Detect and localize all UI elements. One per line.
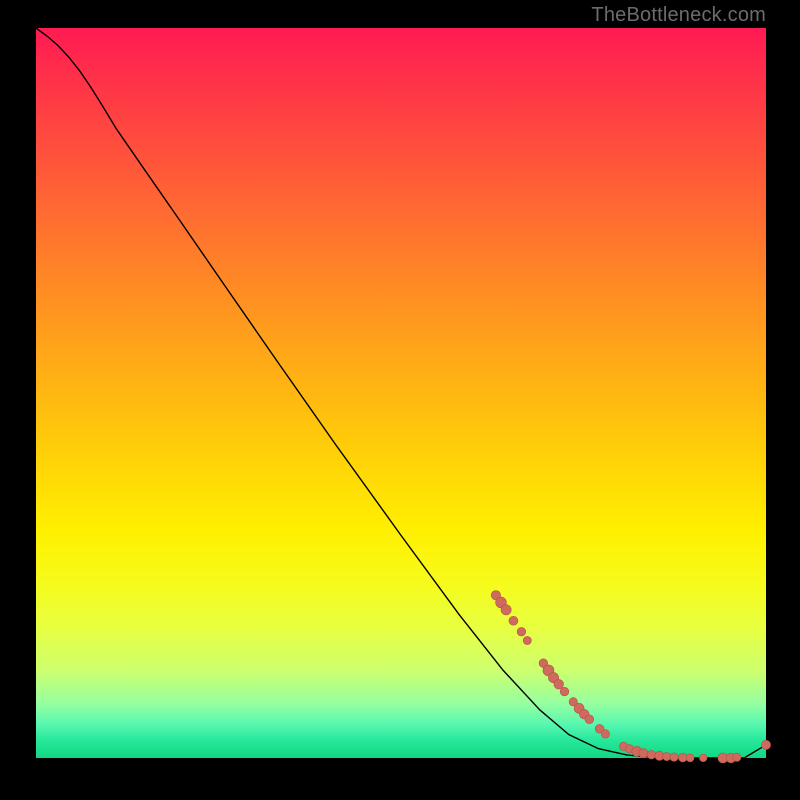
data-marker bbox=[601, 730, 609, 738]
chart-stage: TheBottleneck.com bbox=[0, 0, 800, 800]
data-marker bbox=[639, 749, 648, 758]
chart-svg bbox=[36, 28, 766, 758]
data-marker bbox=[761, 740, 770, 749]
data-marker bbox=[517, 627, 526, 636]
watermark-text: TheBottleneck.com bbox=[591, 4, 766, 27]
data-marker bbox=[699, 754, 707, 762]
data-marker bbox=[509, 616, 518, 625]
data-marker bbox=[501, 605, 511, 615]
data-marker bbox=[670, 753, 678, 761]
marker-layer bbox=[491, 591, 770, 763]
bottleneck-curve bbox=[36, 28, 766, 758]
data-marker bbox=[560, 687, 569, 696]
data-marker bbox=[554, 679, 564, 689]
data-marker bbox=[647, 750, 656, 759]
chart-plot-area bbox=[36, 28, 766, 758]
data-marker bbox=[733, 753, 741, 761]
data-marker bbox=[523, 636, 531, 644]
data-marker bbox=[686, 754, 694, 762]
data-marker bbox=[585, 715, 594, 724]
